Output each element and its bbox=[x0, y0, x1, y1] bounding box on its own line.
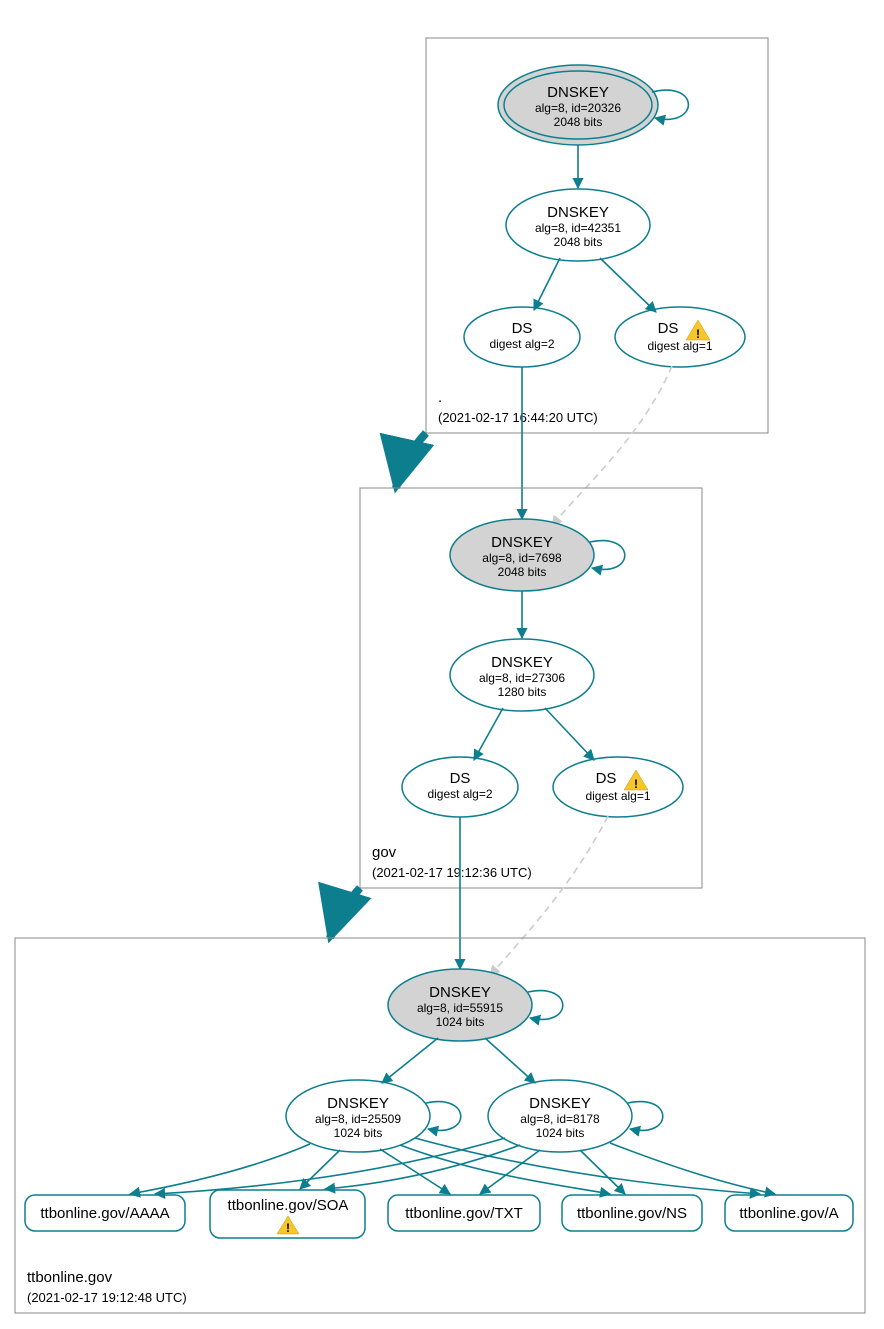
svg-text:ttbonline.gov/NS: ttbonline.gov/NS bbox=[577, 1205, 687, 1222]
svg-text:DNSKEY: DNSKEY bbox=[547, 204, 609, 221]
edge-self-gov-ksk bbox=[590, 541, 625, 570]
svg-text:1024 bits: 1024 bits bbox=[536, 1126, 585, 1140]
edge-ttb-ksk-zsk1 bbox=[382, 1038, 438, 1083]
node-gov-ds-alg2: DS digest alg=2 bbox=[402, 757, 518, 817]
node-rr-ns: ttbonline.gov/NS bbox=[562, 1195, 702, 1231]
edge-root-zsk-ds2 bbox=[600, 258, 656, 312]
zone-root: . (2021-02-17 16:44:20 UTC) DNSKEY alg=8… bbox=[426, 38, 768, 433]
dnssec-diagram: . (2021-02-17 16:44:20 UTC) DNSKEY alg=8… bbox=[0, 0, 884, 1329]
zone-ttbonline: ttbonline.gov (2021-02-17 19:12:48 UTC) … bbox=[15, 938, 865, 1313]
svg-text:DNSKEY: DNSKEY bbox=[429, 984, 491, 1001]
node-gov-ksk: DNSKEY alg=8, id=7698 2048 bits bbox=[450, 519, 594, 591]
svg-text:digest alg=2: digest alg=2 bbox=[489, 337, 554, 351]
zone-gov: gov (2021-02-17 19:12:36 UTC) DNSKEY alg… bbox=[360, 488, 702, 888]
svg-text:1024 bits: 1024 bits bbox=[436, 1015, 485, 1029]
svg-text:DS: DS bbox=[658, 320, 679, 337]
svg-text:alg=8, id=55915: alg=8, id=55915 bbox=[417, 1001, 503, 1015]
node-ttb-ksk: DNSKEY alg=8, id=55915 1024 bits bbox=[388, 969, 532, 1041]
edge-ds2-gov-ksk bbox=[552, 366, 672, 526]
svg-text:ttbonline.gov/SOA: ttbonline.gov/SOA bbox=[228, 1197, 349, 1214]
svg-text:!: ! bbox=[286, 1221, 290, 1235]
svg-text:DNSKEY: DNSKEY bbox=[491, 534, 553, 551]
edge-root-zsk-ds1 bbox=[534, 258, 560, 310]
svg-text:DNSKEY: DNSKEY bbox=[327, 1095, 389, 1112]
svg-text:2048 bits: 2048 bits bbox=[554, 115, 603, 129]
svg-text:DNSKEY: DNSKEY bbox=[491, 654, 553, 671]
svg-text:2048 bits: 2048 bits bbox=[554, 235, 603, 249]
svg-text:digest alg=1: digest alg=1 bbox=[647, 339, 712, 353]
svg-text:2048 bits: 2048 bits bbox=[498, 565, 547, 579]
zone-gov-name: gov bbox=[372, 844, 397, 861]
node-rr-aaaa: ttbonline.gov/AAAA bbox=[25, 1195, 185, 1231]
svg-text:alg=8, id=20326: alg=8, id=20326 bbox=[535, 101, 621, 115]
svg-text:!: ! bbox=[634, 777, 638, 791]
zone-ttbonline-timestamp: (2021-02-17 19:12:48 UTC) bbox=[27, 1290, 187, 1305]
zone-root-timestamp: (2021-02-17 16:44:20 UTC) bbox=[438, 410, 598, 425]
svg-text:digest alg=1: digest alg=1 bbox=[585, 789, 650, 803]
svg-text:DS: DS bbox=[596, 770, 617, 787]
svg-text:alg=8, id=42351: alg=8, id=42351 bbox=[535, 221, 621, 235]
svg-text:!: ! bbox=[696, 327, 700, 341]
node-root-ds-alg2: DS digest alg=2 bbox=[464, 307, 580, 367]
delegation-gov-ttbonline bbox=[330, 888, 360, 938]
svg-text:alg=8, id=7698: alg=8, id=7698 bbox=[482, 551, 562, 565]
edge-govds2-ttb-ksk bbox=[490, 816, 608, 976]
edge-self-ttb-ksk bbox=[528, 991, 563, 1020]
node-ttb-zsk2: DNSKEY alg=8, id=8178 1024 bits bbox=[488, 1080, 632, 1152]
node-rr-a: ttbonline.gov/A bbox=[725, 1195, 853, 1231]
node-rr-soa: ttbonline.gov/SOA ! bbox=[210, 1190, 365, 1238]
svg-text:alg=8, id=25509: alg=8, id=25509 bbox=[315, 1112, 401, 1126]
svg-text:1280 bits: 1280 bits bbox=[498, 685, 547, 699]
node-gov-ds-alg1: DS digest alg=1 ! bbox=[553, 757, 683, 817]
svg-text:alg=8, id=8178: alg=8, id=8178 bbox=[520, 1112, 600, 1126]
node-gov-zsk: DNSKEY alg=8, id=27306 1280 bits bbox=[450, 639, 594, 711]
svg-text:DNSKEY: DNSKEY bbox=[529, 1095, 591, 1112]
node-root-ds-alg1: DS digest alg=1 ! bbox=[615, 307, 745, 367]
node-root-ksk: DNSKEY alg=8, id=20326 2048 bits bbox=[498, 65, 658, 145]
svg-text:DS: DS bbox=[450, 770, 471, 787]
svg-text:ttbonline.gov/TXT: ttbonline.gov/TXT bbox=[405, 1205, 523, 1222]
svg-text:ttbonline.gov/AAAA: ttbonline.gov/AAAA bbox=[40, 1205, 169, 1222]
zone-gov-timestamp: (2021-02-17 19:12:36 UTC) bbox=[372, 865, 532, 880]
zone-ttbonline-name: ttbonline.gov bbox=[27, 1269, 113, 1286]
edge-gov-zsk-ds1 bbox=[474, 708, 503, 760]
svg-text:alg=8, id=27306: alg=8, id=27306 bbox=[479, 671, 565, 685]
svg-text:DS: DS bbox=[512, 320, 533, 337]
node-rr-txt: ttbonline.gov/TXT bbox=[388, 1195, 540, 1231]
edge-self-ttb-zsk1 bbox=[426, 1102, 461, 1131]
svg-text:1024 bits: 1024 bits bbox=[334, 1126, 383, 1140]
delegation-root-gov bbox=[396, 433, 426, 488]
svg-text:DNSKEY: DNSKEY bbox=[547, 84, 609, 101]
svg-text:digest alg=2: digest alg=2 bbox=[427, 787, 492, 801]
edge-self-ttb-zsk2 bbox=[628, 1102, 663, 1131]
node-ttb-zsk1: DNSKEY alg=8, id=25509 1024 bits bbox=[286, 1080, 430, 1152]
edge-gov-zsk-ds2 bbox=[545, 708, 594, 760]
zone-root-name: . bbox=[438, 389, 442, 406]
node-root-zsk: DNSKEY alg=8, id=42351 2048 bits bbox=[506, 189, 650, 261]
svg-text:ttbonline.gov/A: ttbonline.gov/A bbox=[739, 1205, 838, 1222]
edge-ttb-ksk-zsk2 bbox=[485, 1038, 535, 1083]
